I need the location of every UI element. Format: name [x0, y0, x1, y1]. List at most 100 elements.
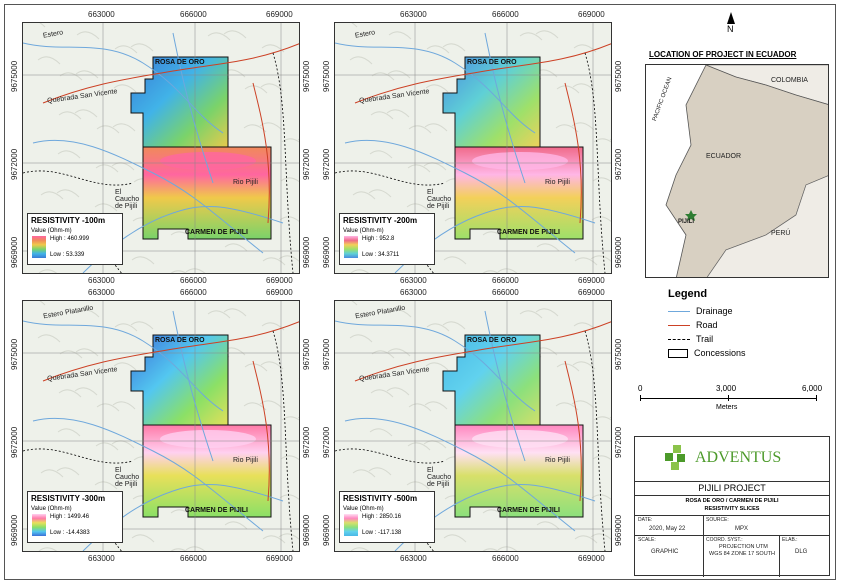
y-tick-right: 9675000	[614, 338, 623, 370]
resistivity-high: High : 2850.16	[362, 514, 402, 520]
y-tick-left: 9672000	[10, 148, 19, 180]
date-value: 2020, May 22	[649, 526, 686, 532]
place-el-caucho: El Caucho de Pijili	[427, 189, 452, 210]
y-tick-left: 9669000	[10, 236, 19, 268]
scale-value: GRAPHIC	[651, 549, 679, 555]
label-carmen-de-pijili: CARMEN DE PIJILI	[185, 229, 249, 236]
source-value: MPX	[735, 526, 749, 532]
source-label: SOURCE:	[706, 517, 729, 523]
legend-item-label: Road	[696, 320, 718, 330]
subtitle-1: ROSA DE ORO / CARMEN DE PIJILI	[685, 498, 779, 504]
scale-tick-1: 3,000	[716, 384, 737, 393]
resistivity-ramp	[32, 514, 46, 536]
coord-label: COORD. SYST.:	[706, 537, 743, 543]
label-carmen-de-pijili: CARMEN DE PIJILI	[497, 507, 561, 514]
x-tick-bottom: 666000	[492, 276, 519, 285]
resistivity-low: Low : 34.3711	[362, 252, 400, 258]
legend-item: Trail	[668, 334, 713, 344]
resistivity-low: Low : -14.4383	[50, 530, 90, 536]
x-tick-top: 663000	[400, 10, 427, 19]
place-el-caucho: El Caucho de Pijili	[115, 467, 140, 488]
company-name: ADVENTUS	[695, 449, 782, 466]
x-tick-top: 666000	[492, 288, 519, 297]
legend-dash-icon	[668, 339, 690, 341]
place-rio-pijili: Rio Pijili	[545, 179, 570, 186]
resistivity-legend-title: RESISTIVITY -100m	[31, 216, 106, 225]
y-tick-right: 9672000	[302, 426, 311, 458]
project-name: PIJILI PROJECT	[698, 483, 766, 493]
resistivity-ramp	[344, 514, 358, 536]
x-tick-top: 669000	[578, 10, 605, 19]
north-arrow-icon	[727, 12, 735, 24]
resistivity-high: High : 460.999	[50, 236, 90, 242]
scale-unit: Meters	[716, 404, 738, 411]
x-tick-top: 663000	[400, 288, 427, 297]
resistivity-legend-title: RESISTIVITY -500m	[343, 494, 418, 503]
resistivity-legend: RESISTIVITY -300m Value (Ohm-m) High : 1…	[27, 491, 123, 543]
legend-item-label: Concessions	[694, 348, 746, 358]
y-tick-right: 9672000	[614, 148, 623, 180]
subtitle-2: RESISTIVITY SLICES	[704, 506, 760, 512]
legend-box-icon	[668, 349, 688, 359]
location-map-title: LOCATION OF PROJECT IN ECUADOR	[649, 50, 797, 59]
legend-line-icon	[668, 325, 690, 327]
coord-value-1: PROJECTION UTM	[719, 544, 768, 550]
y-tick-left: 9675000	[322, 60, 331, 92]
y-tick-left: 9669000	[10, 514, 19, 546]
legend-item: Drainage	[668, 306, 733, 316]
resistivity-low: Low : -117.138	[362, 530, 402, 536]
place-rio-pijili: Rio Pijili	[233, 179, 258, 186]
location-map-panel: N LOCATION OF PROJECT IN ECUADOR COLOMBI…	[645, 10, 830, 280]
y-tick-left: 9675000	[10, 338, 19, 370]
map-panel-1: ROSA DE ORO CARMEN DE PIJILI Estero Quebrad…	[22, 22, 300, 274]
adventus-logo-icon	[665, 445, 685, 470]
resistivity-legend-sub: Value (Ohm-m)	[343, 506, 384, 512]
north-arrow: N	[727, 12, 735, 34]
x-tick-top: 666000	[180, 288, 207, 297]
legend-item: Road	[668, 320, 718, 330]
ecuador-map: COLOMBIA PACIFIC OCEAN ECUADOR PERÚ PIJI…	[645, 64, 829, 278]
place-el-caucho: El Caucho de Pijili	[115, 189, 140, 210]
place-rio-pijili: Rio Pijili	[545, 457, 570, 464]
legend-item-label: Drainage	[696, 306, 733, 316]
x-tick-bottom: 669000	[266, 554, 293, 563]
x-tick-bottom: 669000	[578, 554, 605, 563]
x-tick-bottom: 663000	[88, 554, 115, 563]
resistivity-low: Low : 53.339	[50, 252, 85, 258]
elab-value: DLG	[795, 549, 808, 555]
x-tick-top: 666000	[180, 10, 207, 19]
resistivity-legend: RESISTIVITY -100m Value (Ohm-m) High : 4…	[27, 213, 123, 265]
scale-bar: 0 3,000 6,000 Meters	[636, 384, 826, 414]
x-tick-bottom: 669000	[266, 276, 293, 285]
x-tick-top: 669000	[266, 10, 293, 19]
legend-title: Legend	[668, 288, 708, 300]
north-label: N	[727, 24, 734, 34]
x-tick-bottom: 666000	[492, 554, 519, 563]
x-tick-bottom: 663000	[400, 554, 427, 563]
place-el-caucho: El Caucho de Pijili	[427, 467, 452, 488]
y-tick-right: 9669000	[302, 236, 311, 268]
ecuador-map-svg	[646, 65, 828, 277]
map-panel-3: ROSA DE ORO CARMEN DE PIJILI Estero Platan…	[22, 300, 300, 552]
x-tick-top: 663000	[88, 10, 115, 19]
legend-item-label: Trail	[696, 334, 714, 344]
place-rio-pijili: Rio Pijili	[233, 457, 258, 464]
scale-tick-0: 0	[638, 384, 643, 393]
company-logo: ADVENTUS	[665, 443, 815, 475]
resistivity-legend-sub: Value (Ohm-m)	[343, 228, 384, 234]
scale-label: SCALE:	[638, 537, 656, 543]
label-rosa-de-oro: ROSA DE ORO	[155, 59, 205, 66]
y-tick-right: 9675000	[302, 338, 311, 370]
resistivity-legend-title: RESISTIVITY -300m	[31, 494, 106, 503]
label-rosa-de-oro: ROSA DE ORO	[155, 337, 205, 344]
resistivity-high: High : 952.8	[362, 236, 395, 242]
x-tick-bottom: 663000	[88, 276, 115, 285]
y-tick-left: 9672000	[322, 426, 331, 458]
resistivity-legend-sub: Value (Ohm-m)	[31, 506, 72, 512]
map-panel-2: ROSA DE ORO CARMEN DE PIJILI Estero Quebrad…	[334, 22, 612, 274]
legend-line-icon	[668, 311, 690, 313]
resistivity-legend: RESISTIVITY -200m Value (Ohm-m) High : 9…	[339, 213, 435, 265]
resistivity-ramp	[344, 236, 358, 258]
y-tick-left: 9675000	[10, 60, 19, 92]
y-tick-right: 9672000	[614, 426, 623, 458]
